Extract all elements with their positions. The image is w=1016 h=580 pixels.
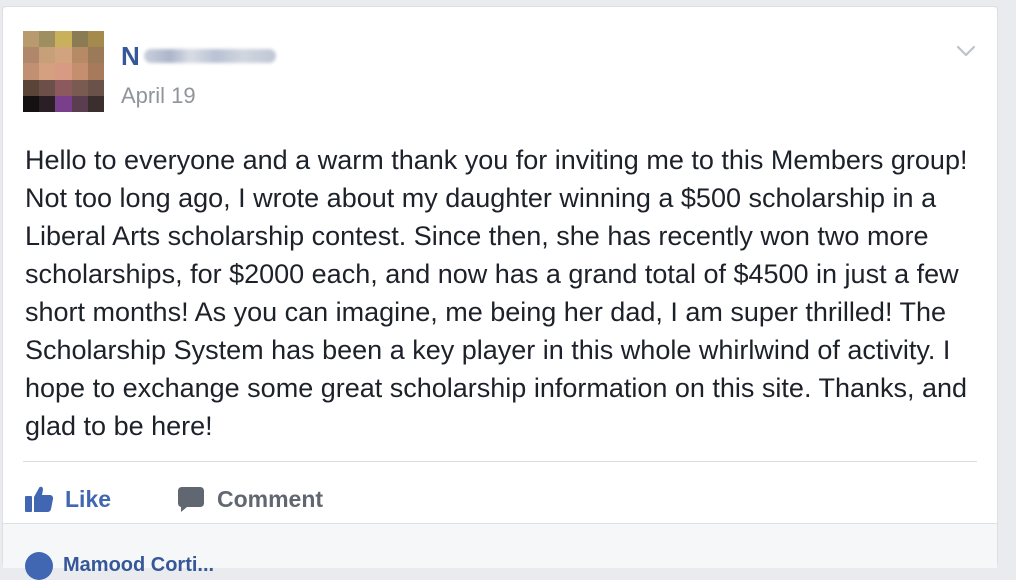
- avatar-pixel: [71, 31, 88, 48]
- avatar-pixel: [71, 63, 88, 80]
- like-label: Like: [65, 485, 112, 512]
- avatar-pixel: [87, 79, 104, 96]
- like-button[interactable]: Like: [23, 481, 111, 517]
- commenter-avatar[interactable]: [25, 552, 53, 580]
- thumbs-up-icon: [25, 486, 54, 512]
- post-card: N April 19 Hello to everyone and a warm …: [2, 6, 998, 580]
- avatar-pixel: [23, 47, 40, 64]
- post-body-text: Hello to everyone and a warm thank you f…: [25, 145, 968, 441]
- commenter-name[interactable]: Mamood Corti...: [63, 554, 214, 577]
- avatar-pixel: [87, 63, 104, 80]
- avatar-pixel: [39, 79, 56, 96]
- author-name-initial[interactable]: N: [121, 41, 140, 72]
- avatar-pixel: [71, 79, 88, 96]
- avatar-pixel: [23, 95, 40, 112]
- avatar-pixel: [23, 63, 40, 80]
- avatar-pixel: [23, 79, 40, 96]
- comment-button[interactable]: Comment: [175, 481, 323, 517]
- avatar-pixel: [87, 31, 104, 48]
- avatar-pixel: [87, 95, 104, 112]
- author-name[interactable]: N: [121, 39, 276, 73]
- actions-divider: [23, 461, 977, 462]
- avatar-pixel: [71, 95, 88, 112]
- avatar-pixel: [39, 95, 56, 112]
- avatar-pixel: [55, 31, 72, 48]
- avatar-pixel: [55, 63, 72, 80]
- comments-section: Mamood Corti...: [3, 523, 997, 580]
- post-timestamp[interactable]: April 19: [121, 83, 196, 109]
- comment-label: Comment: [217, 485, 324, 512]
- avatar-pixel: [55, 95, 72, 112]
- speech-bubble-icon: [178, 487, 204, 512]
- post-options-button[interactable]: [954, 39, 978, 63]
- avatar-pixel: [39, 31, 56, 48]
- author-name-blurred: [143, 49, 276, 63]
- avatar-pixel: [87, 47, 104, 64]
- avatar-pixel: [55, 79, 72, 96]
- chevron-down-icon: [956, 45, 976, 57]
- avatar-pixel: [39, 63, 56, 80]
- avatar-pixel: [23, 31, 40, 48]
- avatar-pixel: [55, 47, 72, 64]
- author-avatar[interactable]: [23, 31, 104, 112]
- avatar-pixel: [39, 47, 56, 64]
- avatar-pixel: [71, 47, 88, 64]
